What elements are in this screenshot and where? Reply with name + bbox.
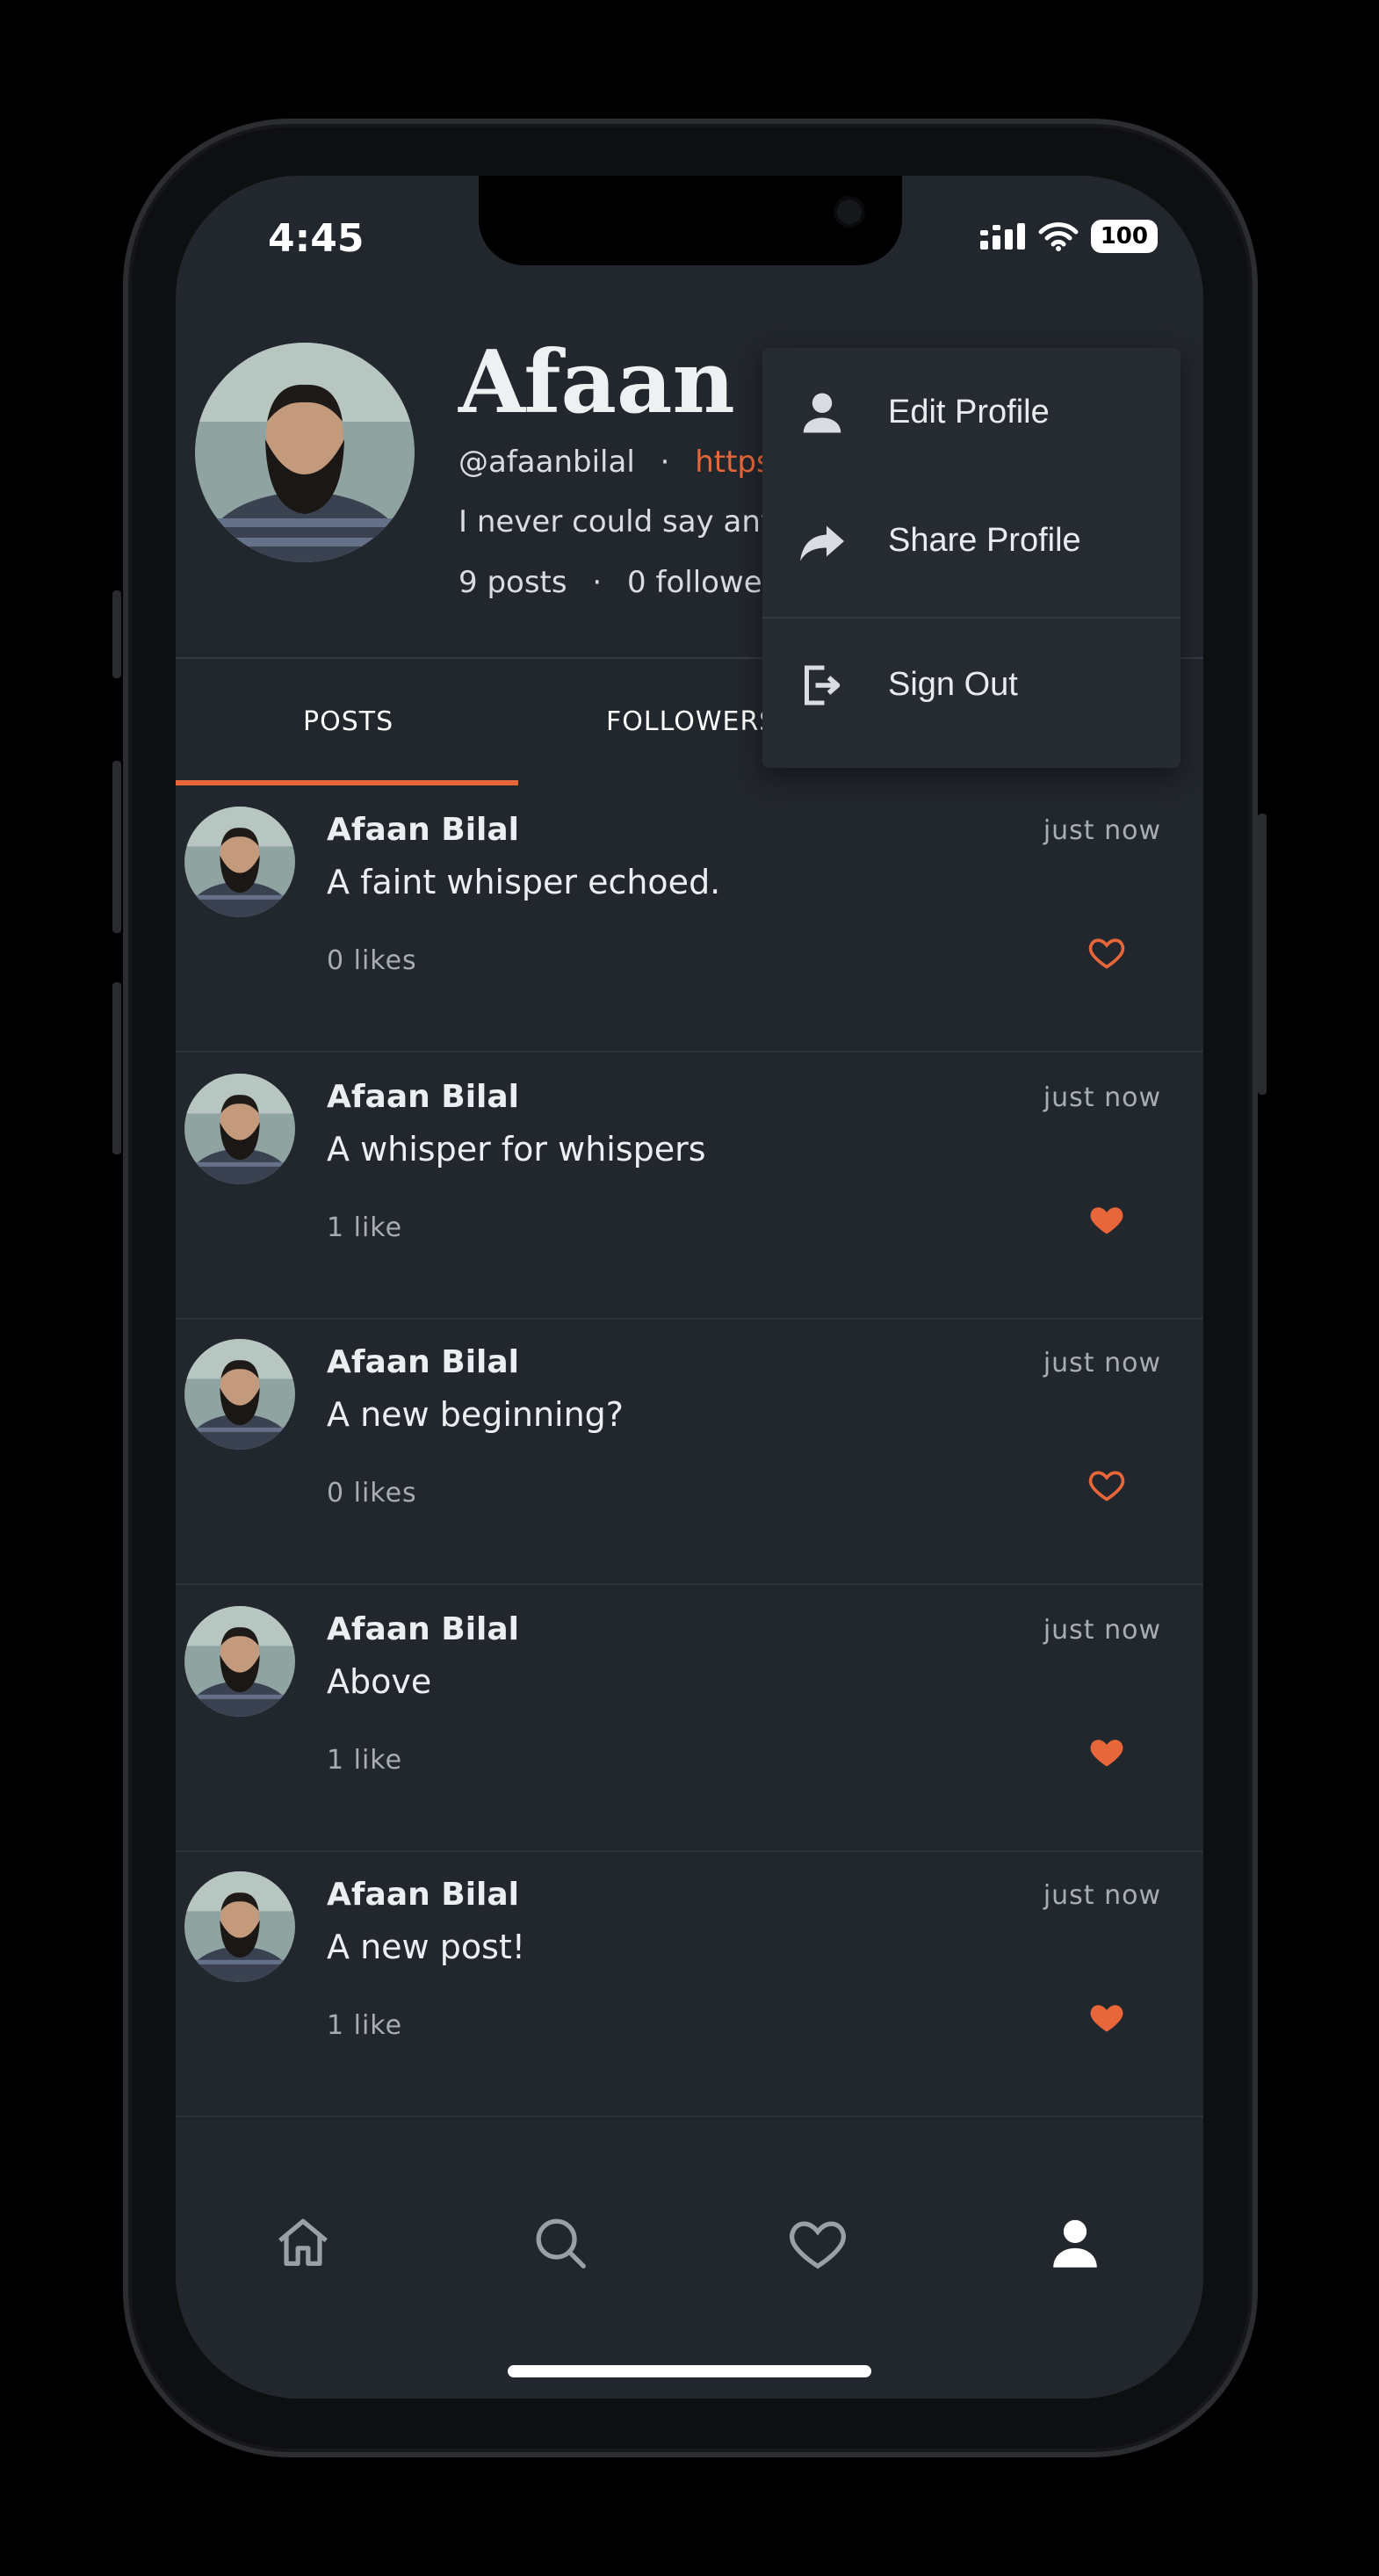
separator-dot: · <box>660 445 670 480</box>
volume-down-button <box>112 982 121 1154</box>
post-author[interactable]: Afaan Bilal <box>327 1344 519 1380</box>
post-likes[interactable]: 1 like <box>327 1745 402 1776</box>
post-author[interactable]: Afaan Bilal <box>327 1877 519 1913</box>
notch <box>479 176 902 265</box>
person-icon <box>803 393 841 433</box>
post-text: Above <box>327 1662 432 1701</box>
post-time: just now <box>1043 1880 1161 1911</box>
profile-icon[interactable] <box>1044 2212 1106 2274</box>
post-text: A new beginning? <box>327 1395 624 1434</box>
heart-outline-icon[interactable] <box>1087 933 1126 972</box>
status-icons: 100 <box>979 220 1158 253</box>
menu-item-label: Edit Profile <box>888 394 1050 431</box>
post-avatar[interactable] <box>184 1074 295 1184</box>
search-icon[interactable] <box>530 2212 591 2274</box>
post-text: A whisper for whispers <box>327 1130 706 1169</box>
post-time: just now <box>1043 1615 1161 1646</box>
menu-item-sign-out[interactable]: Sign Out <box>762 620 1180 747</box>
post-likes[interactable]: 1 like <box>327 2010 402 2041</box>
profile-avatar[interactable] <box>195 343 415 562</box>
post-item[interactable]: Afaan Bilal just now A new beginning? 0 … <box>176 1318 1203 1585</box>
tab-posts[interactable]: POSTS <box>303 706 393 737</box>
post-author[interactable]: Afaan Bilal <box>327 1611 519 1647</box>
post-avatar[interactable] <box>184 1339 295 1450</box>
post-text: A faint whisper echoed. <box>327 863 721 901</box>
post-time: just now <box>1043 1348 1161 1378</box>
post-item[interactable]: Afaan Bilal just now A faint whisper ech… <box>176 785 1203 1053</box>
cellular-signal-icon <box>979 223 1025 250</box>
status-time: 4:45 <box>268 216 365 261</box>
post-item[interactable]: Afaan Bilal just now A new post! 1 like <box>176 1850 1203 2117</box>
tab-followers[interactable]: FOLLOWERS <box>606 706 776 737</box>
post-author[interactable]: Afaan Bilal <box>327 812 519 848</box>
heart-outline-icon[interactable] <box>1087 1465 1126 1504</box>
profile-link[interactable]: https <box>695 445 772 480</box>
post-time: just now <box>1043 815 1161 846</box>
volume-up-button <box>112 761 121 933</box>
share-arrow-icon <box>800 525 844 561</box>
profile-handle-line: @afaanbilal · https <box>458 445 772 480</box>
home-indicator[interactable] <box>508 2365 871 2377</box>
profile-stats: 9 posts · 0 followers <box>458 565 790 600</box>
heart-filled-icon[interactable] <box>1087 1733 1126 1771</box>
post-item[interactable]: Afaan Bilal just now Above 1 like <box>176 1585 1203 1852</box>
heart-icon[interactable] <box>787 2212 848 2274</box>
power-button <box>1258 814 1267 1095</box>
wifi-icon <box>1038 222 1079 251</box>
post-author[interactable]: Afaan Bilal <box>327 1079 519 1115</box>
post-avatar[interactable] <box>184 1606 295 1717</box>
heart-filled-icon[interactable] <box>1087 1200 1126 1239</box>
post-item[interactable]: Afaan Bilal just now A whisper for whisp… <box>176 1053 1203 1320</box>
profile-options-menu: Edit Profile Share Profile Sign Out <box>762 348 1180 768</box>
profile-handle: @afaanbilal <box>458 445 635 480</box>
post-likes[interactable]: 0 likes <box>327 945 417 976</box>
menu-item-edit-profile[interactable]: Edit Profile <box>762 348 1180 474</box>
post-avatar[interactable] <box>184 807 295 917</box>
battery-indicator: 100 <box>1090 220 1158 253</box>
post-likes[interactable]: 0 likes <box>327 1478 417 1509</box>
mute-switch <box>112 590 121 678</box>
home-icon[interactable] <box>272 2212 334 2274</box>
heart-filled-icon[interactable] <box>1087 1998 1126 2037</box>
menu-divider <box>762 617 1180 619</box>
sign-out-icon <box>805 665 841 706</box>
profile-bio: I never could say anyt <box>458 504 791 539</box>
menu-item-label: Sign Out <box>888 666 1018 703</box>
post-avatar[interactable] <box>184 1871 295 1982</box>
menu-item-share-profile[interactable]: Share Profile <box>762 476 1180 603</box>
post-time: just now <box>1043 1082 1161 1113</box>
post-text: A new post! <box>327 1928 525 1966</box>
stats-separator: · <box>592 565 603 600</box>
app-screen: 4:45 100 Afaan B @afaanbilal · https I n… <box>176 176 1203 2399</box>
posts-count[interactable]: 9 posts <box>458 565 567 600</box>
menu-item-label: Share Profile <box>888 522 1081 559</box>
post-likes[interactable]: 1 like <box>327 1212 402 1243</box>
camera-icon <box>837 199 862 224</box>
